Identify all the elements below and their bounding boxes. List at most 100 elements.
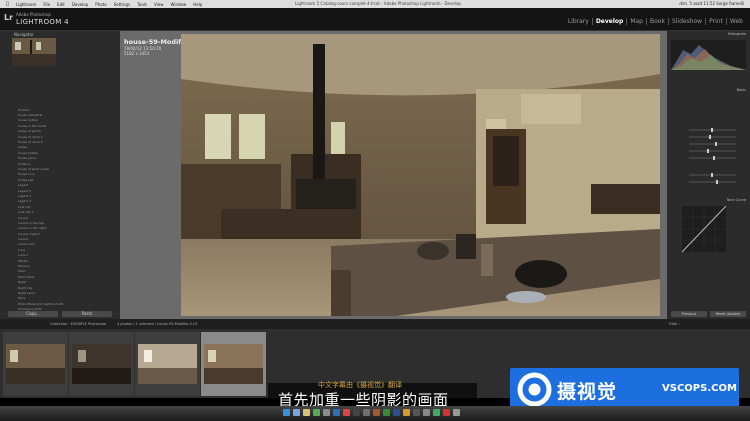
app-icon[interactable] xyxy=(443,409,450,416)
folder-name: Monaco xyxy=(18,264,30,269)
app-icon[interactable] xyxy=(373,409,380,416)
folder-name: Marais xyxy=(18,258,28,263)
menu-window[interactable]: Window xyxy=(170,2,186,7)
facetime-icon[interactable] xyxy=(313,409,320,416)
brand-name: 摄视觉 xyxy=(557,381,618,403)
module-map[interactable]: Map xyxy=(626,18,646,25)
app-name: LIGHTROOM 4 xyxy=(16,18,69,26)
window-title: Lightroom 5 Catalog-cours complet-4-lrca… xyxy=(295,1,461,6)
app-icon[interactable] xyxy=(363,409,370,416)
right-panel-buttons: Previous Reset (Adobe) xyxy=(671,311,746,317)
copy-button[interactable]: Copy... xyxy=(8,311,58,317)
folder-name: Lagard 2 xyxy=(18,193,32,198)
navigator-thumbnail[interactable] xyxy=(12,38,56,66)
apple-icon[interactable]:  xyxy=(6,1,9,7)
basic-panel-title[interactable]: Basic xyxy=(737,88,746,92)
lightroom-logo: Lr xyxy=(4,13,14,22)
main-photo[interactable] xyxy=(181,34,660,316)
histogram-graph xyxy=(671,40,746,70)
finder-icon[interactable] xyxy=(283,409,290,416)
filmstrip-thumb[interactable] xyxy=(69,332,134,396)
folder-name: house xyxy=(18,145,28,150)
menu-tools[interactable]: Tools xyxy=(137,2,147,7)
folder-name: Lagard xyxy=(18,183,29,188)
folder-name: house in the forest xyxy=(18,123,47,128)
menu-help[interactable]: Help xyxy=(193,2,202,7)
brand-logo-icon xyxy=(517,372,552,407)
module-library[interactable]: Library xyxy=(565,18,592,25)
basic-sliders[interactable] xyxy=(671,95,746,195)
lightroom-dock-icon[interactable] xyxy=(393,409,400,416)
menu-edit[interactable]: Edit xyxy=(57,2,65,7)
folder-name: house of cards 2 xyxy=(18,140,43,145)
mac-menubar:  Lightroom File Edit Develop Photo Sett… xyxy=(0,0,750,8)
folder-name: house hollow xyxy=(18,118,38,123)
brand-url: VSCOPS.COM xyxy=(662,383,737,394)
reset-button[interactable]: Reset (Adobe) xyxy=(710,311,746,317)
app-icon[interactable] xyxy=(433,409,440,416)
filmstrip-filter[interactable]: Filter : xyxy=(669,322,680,326)
folder-name: house A xyxy=(18,161,31,166)
app-icon[interactable] xyxy=(413,409,420,416)
folder-name: Paris xyxy=(18,296,26,301)
menu-settings[interactable]: Settings xyxy=(114,2,130,7)
tone-curve-graph[interactable] xyxy=(682,206,726,252)
module-slideshow[interactable]: Slideshow xyxy=(667,18,705,25)
app-name-small: Adobe Photoshop xyxy=(16,12,51,17)
folder-name: house of spirits xyxy=(18,129,41,134)
app-icon[interactable] xyxy=(403,409,410,416)
app-icon[interactable] xyxy=(343,409,350,416)
folder-name: house sad xyxy=(18,177,34,182)
filmstrip-thumb[interactable] xyxy=(135,332,200,396)
module-book[interactable]: Book xyxy=(646,18,668,25)
identity-plate: Lr Adobe Photoshop LIGHTROOM 4 Library D… xyxy=(0,8,750,31)
filmstrip-status: 4 photos / 1 selected / house-59-Modifie… xyxy=(117,322,197,326)
tone-curve-title[interactable]: Tone Curve xyxy=(727,198,747,202)
folder-name: house of cards 1 xyxy=(18,134,43,139)
folder-name: Night xyxy=(18,280,27,285)
folder-name: Night seine xyxy=(18,290,36,295)
mail-icon[interactable] xyxy=(303,409,310,416)
module-web[interactable]: Web xyxy=(725,18,746,25)
folder-name: house piano xyxy=(18,156,37,161)
folder-name: Louvre mix xyxy=(18,242,35,247)
filmstrip-thumb[interactable] xyxy=(3,332,68,396)
folder-name: Louvre xyxy=(18,237,29,242)
menu-photo[interactable]: Photo xyxy=(95,2,106,7)
histogram-title[interactable]: Histogram xyxy=(728,32,746,36)
folder-name: Lagard 1 xyxy=(18,188,32,193)
app-icon[interactable] xyxy=(353,409,360,416)
module-print[interactable]: Print xyxy=(705,18,726,25)
folder-name: Photo Made and Lightroom Ed. xyxy=(18,301,65,306)
menu-view[interactable]: View xyxy=(154,2,164,7)
launchpad-icon[interactable] xyxy=(293,409,300,416)
app-icon[interactable] xyxy=(383,409,390,416)
filmstrip-source[interactable]: Collection : EXEMPLE Photoshop xyxy=(50,322,106,326)
folder-name: Lost city xyxy=(18,204,31,209)
menu-lightroom[interactable]: Lightroom xyxy=(16,2,36,7)
folder-name: Louvre night 2 xyxy=(18,231,40,236)
folder-name: Night city xyxy=(18,285,33,290)
module-develop[interactable]: Develop xyxy=(591,18,627,25)
folder-name: Lune xyxy=(18,247,26,252)
paste-button[interactable]: Paste xyxy=(62,311,112,317)
filmstrip-toolbar: Collection : EXEMPLE Photoshop 4 photos … xyxy=(0,319,750,329)
menu-file[interactable]: File xyxy=(43,2,50,7)
photoshop-icon[interactable] xyxy=(333,409,340,416)
folder-name: Lune 2 xyxy=(18,253,29,258)
filmstrip-thumb-selected[interactable] xyxy=(201,332,266,396)
folder-name: Louvre xyxy=(18,215,29,220)
folder-name: house cathedral xyxy=(18,113,43,118)
navigator-header[interactable]: Navigator xyxy=(0,31,120,37)
folder-name: Louvre in the night xyxy=(18,226,47,231)
app-icon[interactable] xyxy=(423,409,430,416)
folder-name: Holland xyxy=(18,107,30,112)
app-icon[interactable] xyxy=(323,409,330,416)
folder-name: Mont xyxy=(18,269,26,274)
menu-develop[interactable]: Develop xyxy=(72,2,88,7)
trash-icon[interactable] xyxy=(453,409,460,416)
previous-button[interactable]: Previous xyxy=(671,311,707,317)
folder-name: Lagard 3 xyxy=(18,199,32,204)
folder-name: house of spirit under xyxy=(18,166,50,171)
folder-name: Louvre in the day xyxy=(18,220,45,225)
